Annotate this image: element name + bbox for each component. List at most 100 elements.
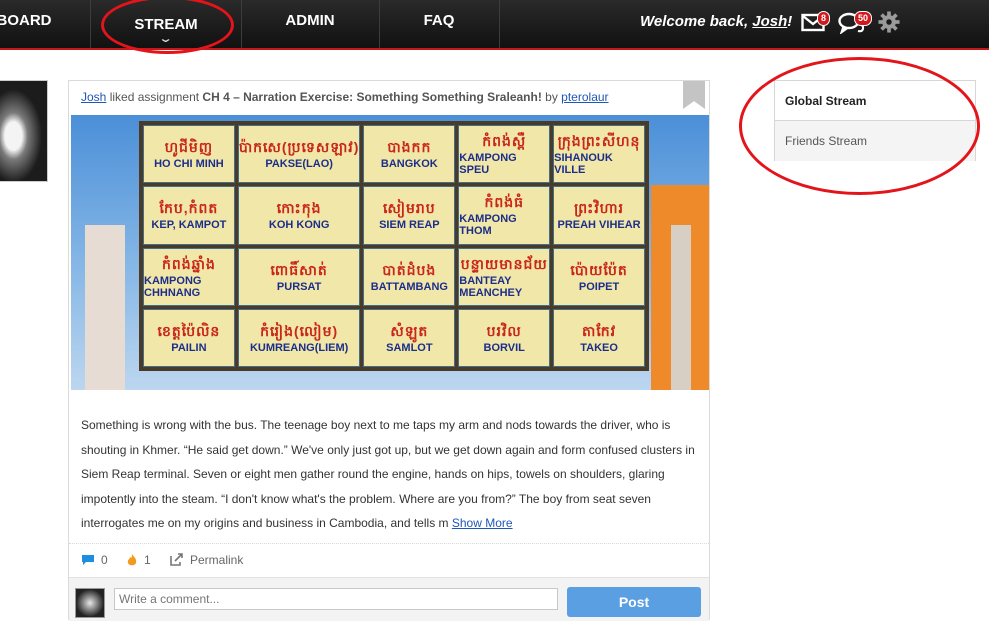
comment-count: 0 <box>101 553 108 567</box>
destination-sign: កំពង់ស្ពឺ KAMPONG SPEU <box>458 125 551 184</box>
destination-khmer: បរវិល <box>486 322 522 339</box>
destination-sign: កោះកុង KOH KONG <box>237 186 361 245</box>
chevron-down-icon: ⌄ <box>158 32 174 45</box>
photo-background-structure <box>85 225 125 390</box>
destination-khmer: ហូជីមិញ <box>164 139 214 156</box>
destination-khmer: ខេត្តប៉ៃលិន <box>157 322 221 339</box>
comment-composer: Post <box>69 577 709 621</box>
destination-latin: KEP, KAMPOT <box>151 219 227 232</box>
post-by: by <box>541 90 562 104</box>
assignment-title: CH 4 – Narration Exercise: Something Som… <box>202 90 542 104</box>
bookmark-icon[interactable] <box>683 81 705 109</box>
comment-icon <box>82 555 94 565</box>
destination-sign: សំឡូត SAMLOT <box>363 308 456 367</box>
external-link-icon <box>170 553 183 566</box>
destination-sign: កំពង់ធំ KAMPONG THOM <box>458 186 551 245</box>
destination-sign: បន្ទាយមានជ័យ BANTEAY MEANCHEY <box>458 247 551 306</box>
destination-khmer: សៀមរាប <box>383 200 436 217</box>
global-stream-label: Global Stream <box>785 94 867 108</box>
permalink-button[interactable]: Permalink <box>169 553 243 567</box>
destination-latin: POIPET <box>578 280 620 293</box>
destination-sign: តាកែវ TAKEO <box>553 308 645 367</box>
post-header: Josh liked assignment CH 4 – Narration E… <box>81 90 609 104</box>
flame-icon <box>127 554 137 566</box>
post-image: ហូជីមិញ HO CHI MINH ប៉ាកសេ(ប្រទេសឡាវ) PAKSE… <box>71 115 709 390</box>
nav-stream[interactable]: STREAM ⌄ <box>92 0 240 48</box>
stream-selector: Global Stream Friends Stream <box>774 80 976 161</box>
destination-sign: សៀមរាប SIEM REAP <box>363 186 456 245</box>
destination-sign: ក្រុងព្រះសីហនុ SIHANOUK VILLE <box>553 125 645 184</box>
like-count-button[interactable]: 1 <box>126 553 151 567</box>
comment-input[interactable] <box>114 588 558 610</box>
nav-dashboard-label: BOARD <box>0 12 52 29</box>
photo-background-structure <box>671 225 691 390</box>
welcome-suffix: ! <box>787 13 793 30</box>
friends-stream-tab[interactable]: Friends Stream <box>775 121 975 161</box>
destination-latin: PAKSE(LAO) <box>265 158 333 171</box>
destination-sign: បាងកក BANGKOK <box>363 125 456 184</box>
post-action-bar: 0 1 Permalink <box>69 543 709 575</box>
destination-latin: HO CHI MINH <box>154 158 224 171</box>
destination-khmer: ប៉ាកសេ(ប្រទេសឡាវ) <box>238 139 360 156</box>
destination-khmer: ក្រុងព្រះសីហនុ <box>557 133 641 150</box>
destination-khmer: បាត់ដំបង <box>382 261 437 278</box>
post-body-text: Something is wrong with the bus. The tee… <box>81 418 695 530</box>
post-button-label: Post <box>618 594 650 610</box>
destination-latin: PAILIN <box>171 341 207 354</box>
destination-latin: SAMLOT <box>386 341 433 354</box>
friends-stream-label: Friends Stream <box>785 134 868 148</box>
destination-khmer: កំពង់ឆ្នាំង <box>161 255 216 272</box>
destination-khmer: បាងកក <box>387 139 432 156</box>
gear-icon[interactable] <box>878 11 900 33</box>
nav-faq-label: FAQ <box>423 12 455 29</box>
destination-latin: KOH KONG <box>268 219 330 232</box>
destination-sign: ពោធិ៍សាត់ PURSAT <box>237 247 361 306</box>
destination-khmer: សំឡូត <box>390 322 429 339</box>
destination-khmer: កំពង់ស្ពឺ <box>482 133 527 150</box>
destination-khmer: តាកែវ <box>582 322 617 339</box>
comment-count-button[interactable]: 0 <box>81 553 108 567</box>
destination-latin: KAMPONG THOM <box>459 213 517 238</box>
welcome-message: Welcome back, Josh! <box>640 13 792 30</box>
stream-post-card: Josh liked assignment CH 4 – Narration E… <box>68 80 710 621</box>
destination-khmer: ពោធិ៍សាត់ <box>270 261 328 278</box>
author-link[interactable]: pterolaur <box>561 90 608 104</box>
post-body: Something is wrong with the bus. The tee… <box>81 413 701 536</box>
destination-latin: BATTAMBANG <box>370 280 448 293</box>
sign-grid: ហូជីមិញ HO CHI MINH ប៉ាកសេ(ប្រទេសឡាវ) PAKSE… <box>143 125 645 367</box>
destination-khmer: កំពង់ធំ <box>484 194 524 211</box>
like-count: 1 <box>144 553 151 567</box>
user-profile-link[interactable]: Josh <box>752 13 787 30</box>
post-verb: liked assignment <box>106 90 203 104</box>
destination-sign: បាត់ដំបង BATTAMBANG <box>363 247 456 306</box>
destination-latin: SIEM REAP <box>379 219 440 232</box>
destination-latin: KAMPONG SPEU <box>459 152 517 177</box>
global-stream-tab[interactable]: Global Stream <box>775 81 975 121</box>
destination-khmer: ព្រះវិហារ <box>574 200 624 217</box>
show-more-link[interactable]: Show More <box>452 516 513 530</box>
destination-latin: BANGKOK <box>380 158 438 171</box>
destination-latin: PREAH VIHEAR <box>557 219 641 232</box>
destination-sign: ប៉ាកសេ(ប្រទេសឡាវ) PAKSE(LAO) <box>237 125 361 184</box>
user-avatar[interactable] <box>0 80 48 182</box>
actor-link[interactable]: Josh <box>81 90 106 104</box>
destination-khmer: កំរៀង(លៀម) <box>260 322 339 339</box>
destination-sign: កែប,កំពត KEP, KAMPOT <box>143 186 235 245</box>
nav-admin-label: ADMIN <box>285 12 335 29</box>
destination-sign: ព្រះវិហារ PREAH VIHEAR <box>553 186 645 245</box>
nav-divider <box>90 0 91 48</box>
post-comment-button[interactable]: Post <box>567 587 701 617</box>
destination-sign: ប៉ោយប៉ែត POIPET <box>553 247 645 306</box>
destination-latin: BANTEAY MEANCHEY <box>459 274 523 299</box>
chat-count-badge: 50 <box>854 11 873 26</box>
destination-latin: BORVIL <box>483 341 525 354</box>
destination-latin: KUMREANG(LIEM) <box>249 341 349 354</box>
destination-sign: កំពង់ឆ្នាំង KAMPONG CHHNANG <box>143 247 235 306</box>
nav-dashboard[interactable]: BOARD <box>0 0 88 48</box>
nav-admin[interactable]: ADMIN <box>242 0 378 48</box>
destination-sign: បរវិល BORVIL <box>458 308 551 367</box>
destination-latin: TAKEO <box>580 341 618 354</box>
nav-faq[interactable]: FAQ <box>380 0 498 48</box>
destination-sign-board: ហូជីមិញ HO CHI MINH ប៉ាកសេ(ប្រទេសឡាវ) PAKSE… <box>139 121 649 371</box>
mail-count-badge: 8 <box>817 11 831 26</box>
